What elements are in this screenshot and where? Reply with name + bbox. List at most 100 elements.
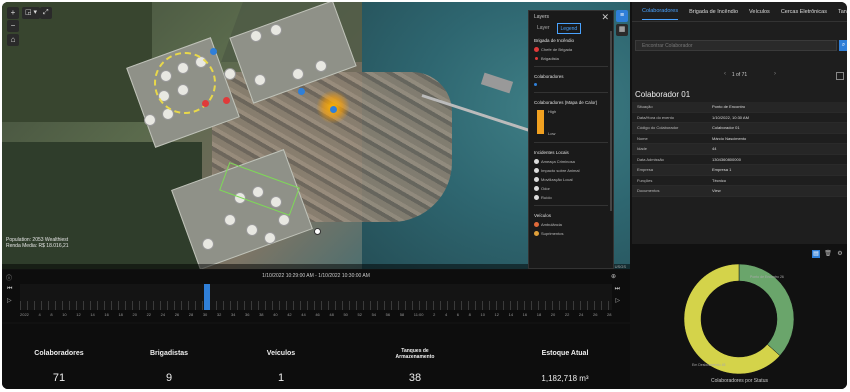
tank	[270, 24, 282, 36]
next-record-icon[interactable]: ›	[774, 71, 776, 77]
time-tick-label: 16	[104, 312, 109, 317]
grid-icon[interactable]: ▦	[616, 24, 628, 36]
time-tick-label: 8	[50, 312, 53, 317]
legend-item: Suprimentos	[529, 229, 613, 238]
noise-icon	[534, 195, 539, 200]
status-donut-chart	[683, 263, 795, 375]
mobilization-icon	[534, 177, 539, 182]
time-tick-label: 48	[329, 312, 334, 317]
expand-icon[interactable]: ▷	[615, 297, 620, 304]
time-tick-label: 26	[174, 312, 180, 317]
tab-cercas[interactable]: Cercas Eletrônicas	[781, 4, 827, 20]
zoom-out-button[interactable]: −	[7, 20, 19, 32]
time-tick-label: 24	[160, 312, 166, 317]
time-tick-label: 28	[607, 312, 612, 317]
time-tick-label: 4	[444, 312, 448, 317]
tab-colaboradores[interactable]: Colaboradores	[642, 3, 679, 20]
next-step-icon[interactable]: ⏭	[615, 286, 620, 293]
time-tick-label: 26	[592, 312, 598, 317]
attribute-value: Colaborador 01	[712, 125, 740, 130]
home-button[interactable]: ⌂	[7, 34, 19, 46]
time-tick-label: 58	[399, 312, 405, 317]
time-tick-label: 14	[508, 312, 514, 317]
attribute-row: Data Admissão 1304360800000	[632, 155, 847, 165]
time-slider: ⓘ 1/10/2022 10:29:00 AM - 1/10/2022 10:3…	[2, 270, 630, 322]
ambulance-icon	[534, 222, 539, 227]
tab-legend[interactable]: Legend	[556, 23, 582, 34]
search-input[interactable]: Encontrar Colaborador	[635, 40, 837, 51]
time-tick-label: 2022	[20, 312, 29, 317]
time-tick-label: 10	[62, 312, 67, 317]
previous-step-icon[interactable]: ⏮	[7, 286, 12, 293]
layers-icon[interactable]: ≡	[616, 10, 628, 22]
attribute-row: Código do Colaborador Colaborador 01	[632, 123, 847, 134]
brigadist-icon	[535, 57, 538, 60]
stat-veiculos: Veículos 1	[266, 350, 296, 384]
tank	[144, 114, 156, 126]
zoom-to-icon[interactable]	[836, 72, 844, 80]
time-slider-track[interactable]	[20, 284, 612, 310]
time-tick-label: 20	[550, 312, 556, 317]
brigade-chief-marker[interactable]	[202, 100, 209, 107]
brigade-chief-marker[interactable]	[223, 97, 230, 104]
tank	[278, 214, 290, 226]
basemap-toggle-button[interactable]: ◲ ▾	[22, 7, 41, 19]
threat-icon	[534, 159, 539, 164]
fullscreen-icon[interactable]: ⤢	[40, 7, 52, 19]
legend-item: Brigadista	[529, 54, 613, 63]
time-tick-label: 22	[146, 312, 152, 317]
legend-scrollbar[interactable]	[610, 31, 612, 211]
stats-bar: Colaboradores 71 Brigadistas 9 Veículos …	[2, 324, 630, 389]
tank	[292, 68, 304, 80]
attribute-value[interactable]: View	[712, 186, 847, 196]
legend-section-title: Colaboradores	[534, 74, 564, 79]
tab-layer[interactable]: Layer	[534, 23, 553, 34]
map-info-text: Population: 2053 Wealthiest Renda Media:…	[6, 237, 69, 249]
attribute-key: Empresa	[637, 167, 654, 172]
settings-icon[interactable]: ⊕	[611, 273, 616, 280]
legend-item: Movilização Local	[529, 175, 613, 184]
legend-panel: Layers ✕ Layer Legend Brigada de Incêndi…	[528, 10, 614, 269]
supply-truck-icon	[534, 231, 539, 236]
time-tick-label: 18	[118, 312, 123, 317]
collaborator-marker[interactable]	[210, 48, 217, 55]
tank	[250, 30, 262, 42]
attribute-row: Idade 44	[632, 144, 847, 155]
collaborator-marker[interactable]	[330, 106, 337, 113]
play-icon[interactable]: ▷	[7, 297, 12, 304]
time-tick-label: 28	[188, 312, 194, 317]
time-tick-label: 30	[202, 312, 208, 317]
time-slider-thumb[interactable]	[204, 284, 210, 310]
tank	[246, 224, 258, 236]
tab-veiculos[interactable]: Veículos	[749, 4, 770, 20]
close-icon[interactable]: ✕	[601, 12, 609, 23]
attribute-key: Data/Hora do evento	[637, 114, 674, 120]
animal-icon	[534, 168, 539, 173]
time-tick-label: 54	[371, 312, 377, 317]
zoom-in-button[interactable]: +	[7, 7, 19, 19]
time-range-label: 1/10/2022 10:29:00 AM - 1/10/2022 10:30:…	[262, 273, 370, 279]
attribute-row: Funções Técnico	[632, 176, 847, 186]
stat-colaboradores: Colaboradores 71	[34, 350, 84, 384]
tab-tanques[interactable]: Tanques de Ar	[838, 4, 847, 20]
stat-tanques: Tanques de Armazenamento 38	[395, 348, 435, 384]
details-panel: Colaboradores Brigada de Incêndio Veícul…	[632, 2, 847, 244]
time-tick-label: 52	[357, 312, 362, 317]
time-tick-label: 46	[315, 312, 320, 317]
time-tick-label: 10	[480, 312, 485, 317]
prev-record-icon[interactable]: ‹	[724, 71, 726, 77]
search-button[interactable]: ⌕	[839, 40, 847, 51]
attribute-row: Nome Márcio Nascimento	[632, 134, 847, 144]
vehicle-marker[interactable]	[314, 228, 321, 235]
map-view[interactable]: + − ⌂ ◲ ▾ ⤢ Population: 2053 Wealthiest …	[2, 2, 630, 269]
attribute-value: Empresa 1	[712, 167, 732, 172]
attribute-table: Situação Ponto de Encontro Data/Hora do ev…	[632, 102, 847, 197]
time-tick-label: 32	[216, 312, 222, 317]
collaborator-marker[interactable]	[298, 88, 305, 95]
attribute-key: Situação	[637, 104, 653, 109]
time-tick-label: 8	[468, 312, 471, 317]
legend-item: Odor	[529, 184, 613, 193]
time-tick-label: 16	[522, 312, 528, 317]
time-tick-label: 4	[38, 312, 41, 317]
tab-brigada[interactable]: Brigada de Incêndio	[689, 4, 738, 20]
